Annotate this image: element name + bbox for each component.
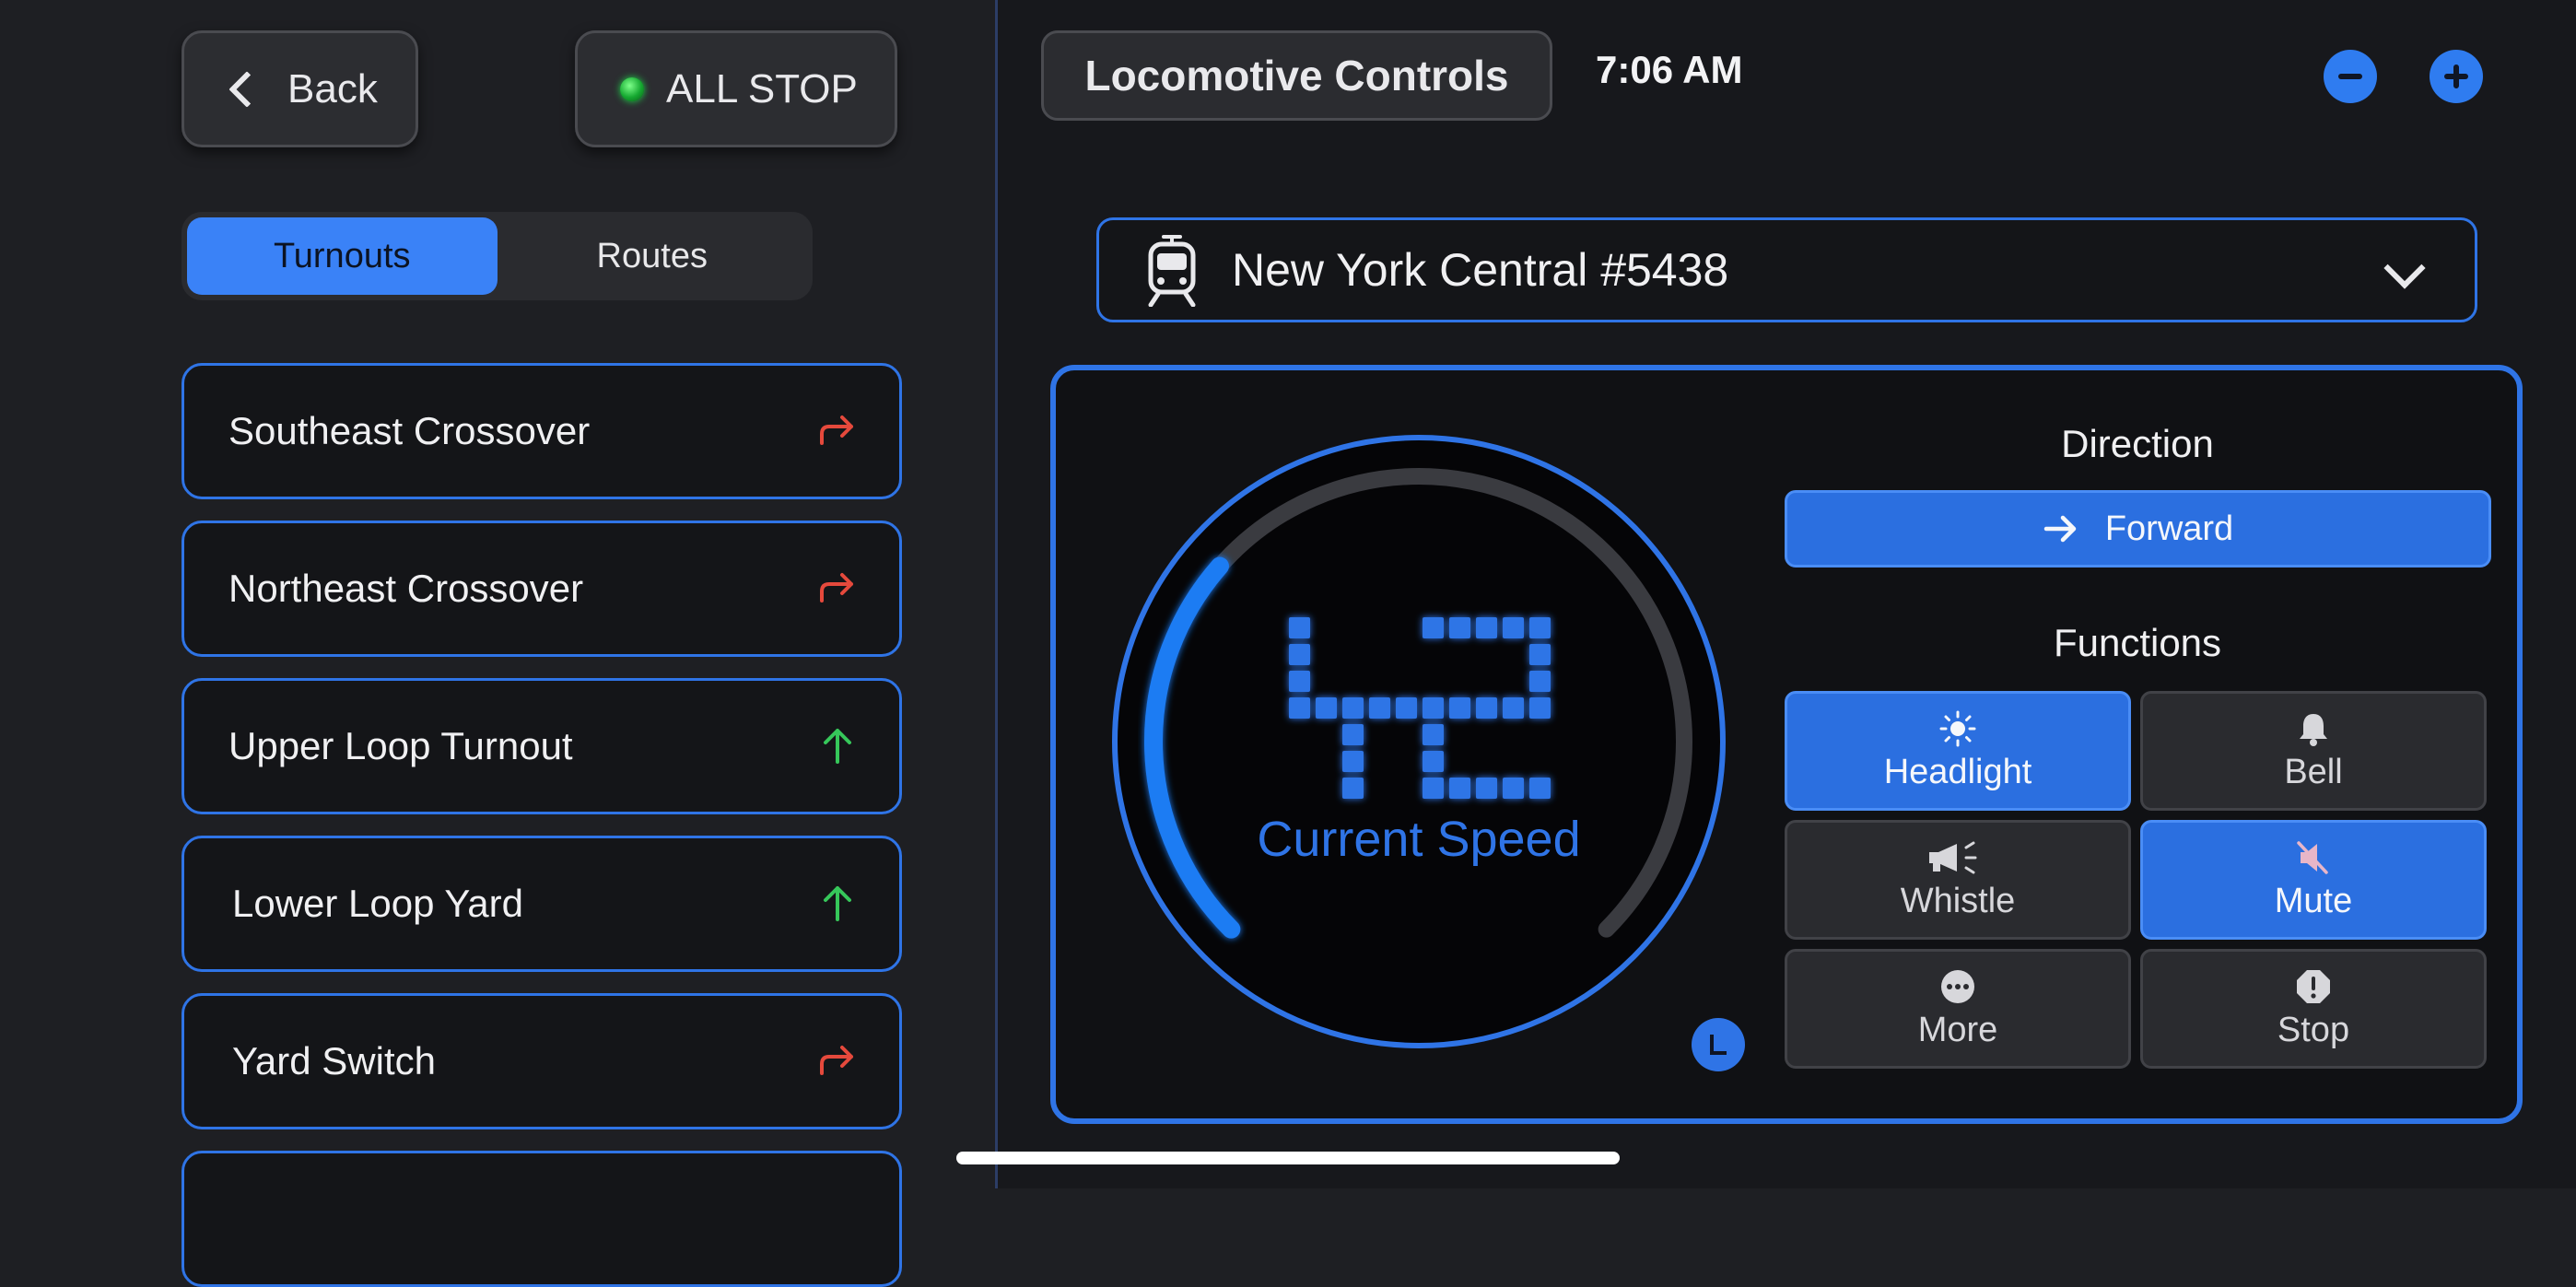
turnout-name: Lower Loop Yard [232,882,524,925]
locomotive-select[interactable]: New York Central #5438 [1096,217,2477,322]
speed-digit-pixel [1476,617,1497,638]
speed-digit-pixel [1423,751,1444,772]
up-arrow-icon [824,729,851,764]
turnout-name: Southeast Crossover [228,409,591,452]
bell-button[interactable]: Bell [2140,691,2487,811]
speed-digit-pixel [1476,697,1497,719]
arrow-right-icon [2043,515,2077,543]
speed-digit-pixel [1529,644,1551,665]
function-label: Mute [2274,881,2353,920]
more-button[interactable]: More [1785,949,2131,1069]
home-indicator[interactable] [956,1152,1620,1164]
speed-dial[interactable]: 42 [1110,433,1727,1050]
up-arrow-icon [824,886,851,921]
speed-digit-pixel [1476,778,1497,799]
speed-digit-pixel [1423,697,1444,719]
speed-digit-pixel [1449,617,1470,638]
speed-digit-pixel [1369,697,1390,719]
status-led-icon [620,76,644,101]
speed-digit-pixel [1529,697,1551,719]
speed-digit-pixel [1449,697,1470,719]
turnout-row[interactable]: Lower Loop Yard [181,836,902,972]
turnout-name: Upper Loop Turnout [228,724,573,767]
speed-digit-pixel [1342,697,1364,719]
corner-icon [1710,1035,1727,1055]
direction-label: Direction [2061,422,2214,465]
speed-digit-pixel [1529,617,1551,638]
speed-digit-pixel [1449,778,1470,799]
speed-digit-pixel [1289,671,1310,692]
direction-value: Forward [2104,509,2234,548]
speaker-muted-icon [2297,840,2328,874]
all-stop-button[interactable]: ALL STOP [575,30,897,147]
turnout-row[interactable]: Upper Loop Turnout [181,678,902,814]
ellipsis-circle-icon [1941,969,1974,1003]
speed-digit-pixel [1423,617,1444,638]
plus-icon [2444,64,2468,88]
bell-icon [2300,713,2327,746]
speed-digit-pixel [1289,617,1310,638]
speed-digit-pixel [1503,617,1524,638]
turnout-row[interactable]: Southeast Crossover [181,363,902,499]
page-title: Locomotive Controls [1041,30,1552,121]
stop-button[interactable]: Stop [2140,949,2487,1069]
zoom-in-button[interactable] [2430,50,2483,103]
megaphone-icon [1929,841,1977,873]
turnout-row[interactable]: Yard Switch [181,993,902,1129]
back-label: Back [287,65,378,111]
tab-routes[interactable]: Routes [498,217,808,295]
speed-digit-pixel [1503,697,1524,719]
timer-button[interactable] [1692,1018,1745,1071]
zoom-out-button[interactable] [2324,50,2377,103]
all-stop-label: ALL STOP [666,65,858,111]
turnout-row[interactable]: Northeast Crossover [181,521,902,657]
tab-turnouts[interactable]: Turnouts [187,217,498,295]
back-button[interactable]: Back [181,30,418,147]
turn-right-arrow-icon [820,415,853,445]
speed-digit-pixel [1529,671,1551,692]
speed-digit-pixel [1342,751,1364,772]
locomotive-name: New York Central #5438 [1232,244,1729,296]
speed-digit-pixel [1289,697,1310,719]
speed-digit-pixel [1342,778,1364,799]
speed-digit-pixel [1423,778,1444,799]
tram-icon [1148,235,1196,307]
mute-button[interactable]: Mute [2140,820,2487,940]
functions-label: Functions [2053,621,2222,664]
direction-button[interactable]: Forward [1785,490,2491,567]
speed-digit-pixel [1529,778,1551,799]
speed-digit-pixel [1396,697,1417,719]
turnout-name: Yard Switch [232,1039,436,1082]
speed-digit-pixel [1289,644,1310,665]
whistle-button[interactable]: Whistle [1785,820,2131,940]
chevron-left-icon [228,70,265,108]
speed-digit-pixel [1423,724,1444,745]
turnouts-routes-segmented-control: Turnouts Routes [181,212,813,300]
chevron-down-icon [2383,247,2426,289]
exclamation-octagon-icon [2297,969,2330,1003]
speed-digit-pixel [1316,697,1337,719]
function-label: Whistle [1900,881,2016,920]
minus-icon [2338,74,2362,79]
speed-digit-pixel [1342,724,1364,745]
dial-face [1112,435,1726,1048]
function-label: Bell [2284,752,2343,791]
turn-right-arrow-icon [820,573,853,603]
headlight-button[interactable]: Headlight [1785,691,2131,811]
turnout-row[interactable] [181,1151,902,1287]
sun-icon [1939,710,1976,746]
turn-right-arrow-icon [820,1046,853,1075]
function-label: Headlight [1883,752,2032,791]
turnout-name: Northeast Crossover [228,567,584,610]
function-label: Stop [2277,1010,2350,1049]
speed-digit-pixel [1503,778,1524,799]
function-label: More [1917,1010,1998,1049]
clock: 7:06 AM [1596,48,1743,91]
speed-label: Current Speed [1257,812,1581,867]
